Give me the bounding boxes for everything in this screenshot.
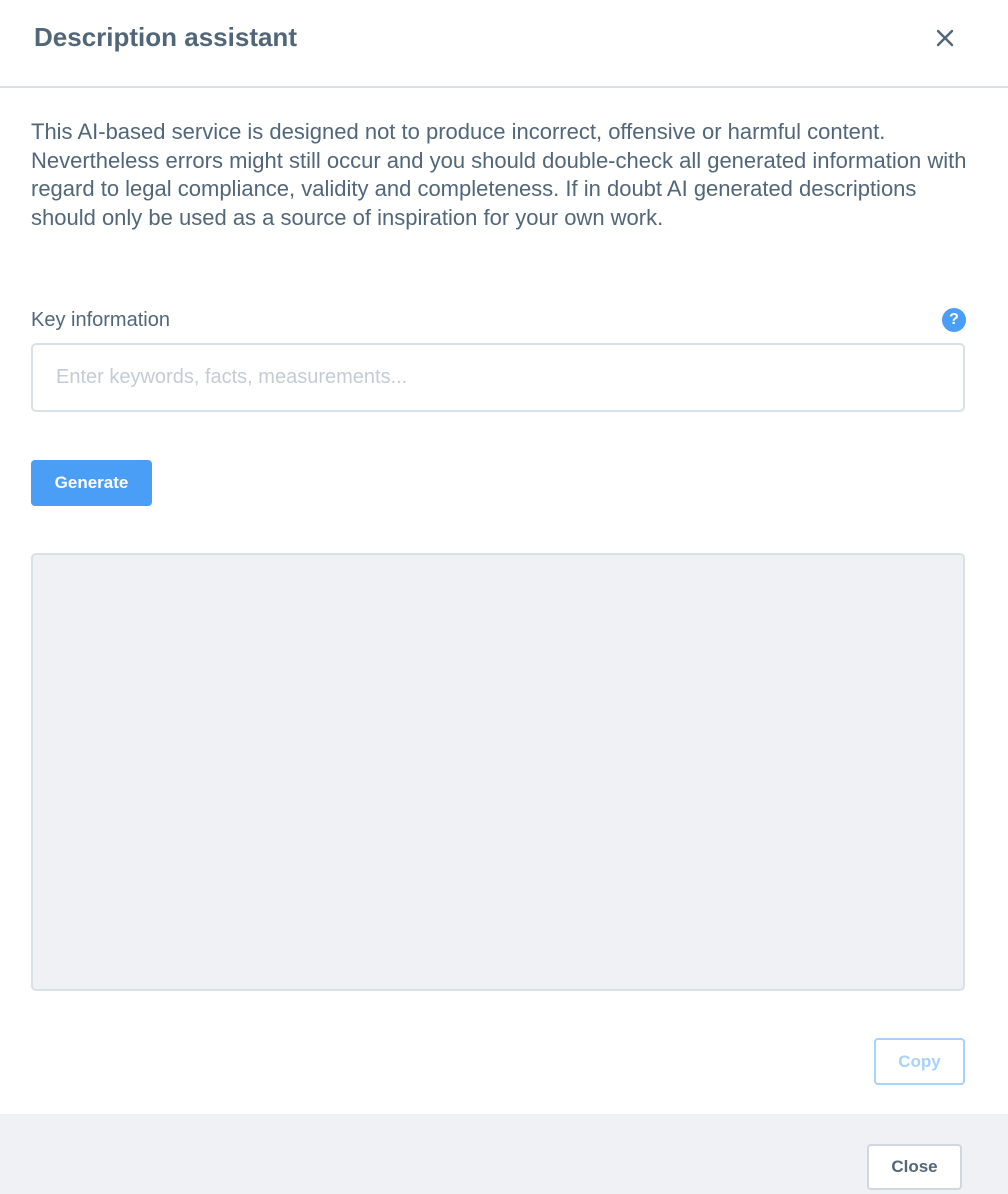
generate-button[interactable]: Generate: [31, 460, 152, 506]
key-information-input[interactable]: [31, 343, 965, 412]
help-icon[interactable]: ?: [942, 308, 966, 332]
ai-disclaimer-text: This AI-based service is designed not to…: [31, 119, 967, 230]
modal-title: Description assistant: [34, 22, 297, 52]
close-button[interactable]: Close: [867, 1144, 962, 1190]
description-assistant-modal: Description assistant This AI-based serv…: [0, 0, 1008, 1194]
generated-description-output[interactable]: [31, 553, 965, 991]
copy-button[interactable]: Copy: [874, 1038, 965, 1085]
modal-footer: Close: [0, 1114, 1008, 1194]
modal-header: Description assistant: [0, 0, 1008, 88]
close-icon[interactable]: [930, 23, 960, 53]
key-information-label: Key information: [31, 309, 170, 331]
